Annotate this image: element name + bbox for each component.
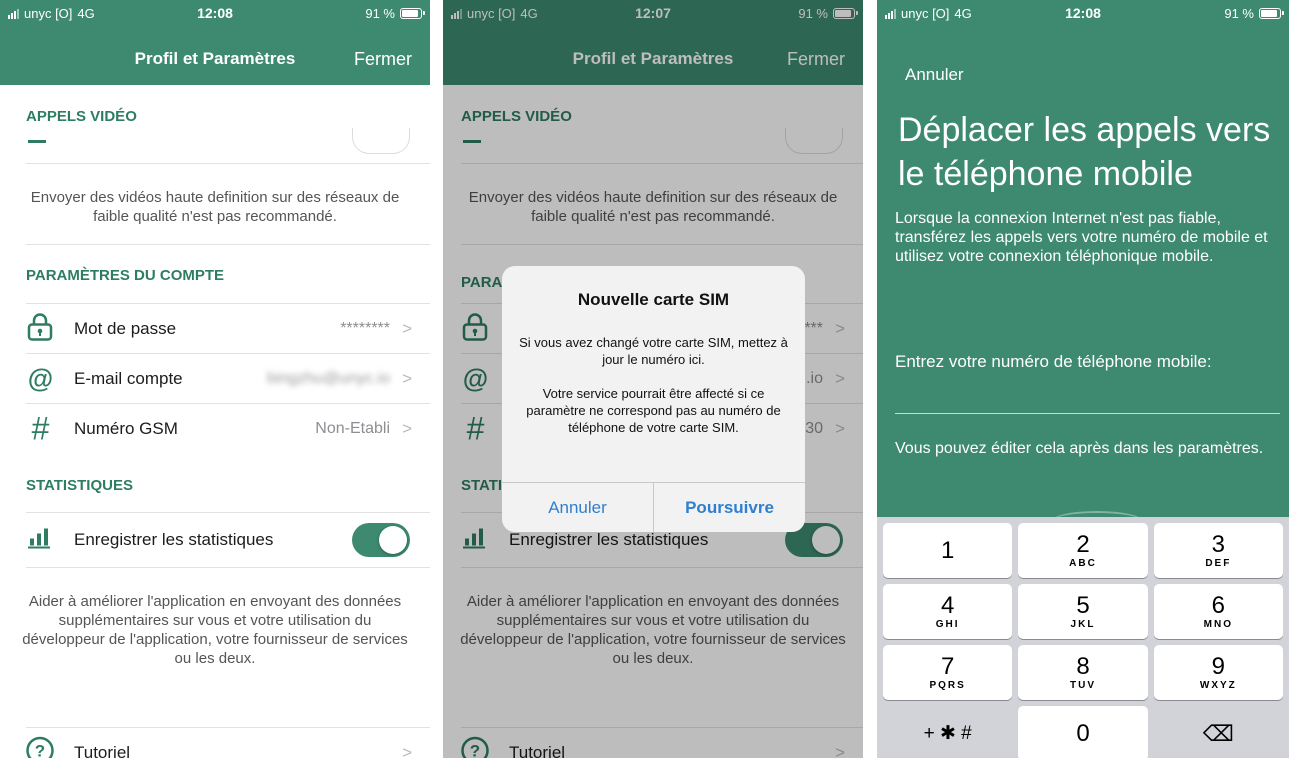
stats-toggle[interactable] [352, 523, 410, 557]
status-bar: unyc [O] 4G 12:08 91 % [877, 0, 1289, 40]
alert-message-1: Si vous avez changé votre carte SIM, met… [519, 335, 788, 367]
hd-video-toggle[interactable] [352, 128, 410, 154]
key-delete[interactable]: ⌫ [1154, 706, 1283, 758]
cancel-button[interactable]: Annuler [905, 65, 964, 85]
row-value: bingzhu@unyc.io [267, 370, 390, 387]
intro-text: Lorsque la connexion Internet n'est pas … [895, 210, 1268, 265]
chevron-right-icon: > [402, 369, 412, 388]
row-label: Mot de passe [74, 319, 177, 338]
close-button[interactable]: Fermer [354, 49, 412, 70]
battery-percent: 91 % [365, 6, 395, 21]
row-gsm[interactable]: # Numéro GSM Non-Etabli > [0, 404, 430, 454]
key-1[interactable]: 1 [883, 523, 1013, 578]
key-5[interactable]: 5 JKL [1018, 584, 1148, 639]
svg-text:?: ? [35, 742, 45, 758]
sim-alert-dialog: Nouvelle carte SIM Si vous avez changé v… [502, 266, 805, 532]
row-tutorial[interactable]: ? Tutoriel > [0, 728, 430, 758]
key-4[interactable]: 4 GHI [883, 584, 1013, 639]
alert-message: Si vous avez changé votre carte SIM, met… [518, 334, 789, 436]
modal-overlay-nav [443, 0, 863, 85]
key-symbols[interactable]: + ✱ # [883, 706, 1012, 758]
key-3[interactable]: 3 DEF [1153, 523, 1283, 578]
alert-message-2: Votre service pourrait être affecté si c… [526, 386, 781, 435]
row-password[interactable]: Mot de passe ******** > [0, 304, 430, 354]
at-icon: @ [27, 363, 53, 394]
key-7[interactable]: 7 PQRS [883, 645, 1013, 700]
section-header-stats: STATISTIQUES [26, 477, 133, 494]
numeric-keypad: 1 2 ABC 3 DEF 4 GHI 5 JKL 6 MNO 7 PQRS 8 TUV 9W… [877, 517, 1289, 758]
settings-screen: unyc [O] 4G 12:08 91 % Profil et Paramèt… [0, 0, 430, 758]
row-label: E-mail compte [74, 369, 183, 388]
row-email[interactable]: @ E-mail compte bingzhu@unyc.io > [0, 354, 430, 404]
key-8[interactable]: 8 TUV [1018, 645, 1148, 700]
row-label: Tutoriel [74, 743, 131, 758]
row-label: Enregistrer les statistiques [74, 530, 274, 549]
row-value: ******** [340, 320, 390, 337]
key-9[interactable]: 9 WXYZ [1153, 645, 1283, 700]
row-value: Non-Etabli [315, 420, 390, 437]
bar-chart-icon [22, 527, 58, 554]
backspace-icon: ⌫ [1202, 720, 1234, 746]
alert-continue-button[interactable]: Poursuivre [653, 483, 805, 532]
edit-later-note: Vous pouvez éditer cela après dans les p… [895, 440, 1264, 457]
alert-title: Nouvelle carte SIM [577, 290, 730, 309]
hash-icon: # [31, 410, 49, 447]
question-icon: ? [22, 736, 58, 758]
chevron-right-icon: > [402, 319, 412, 338]
stats-description: Aider à améliorer l'application en envoy… [22, 593, 408, 667]
video-description: Envoyer des vidéos haute definition sur … [30, 189, 400, 225]
chevron-right-icon: > [402, 419, 412, 438]
phone-input[interactable] [895, 382, 1280, 414]
row-label: Numéro GSM [74, 419, 178, 438]
key-6[interactable]: 6 MNO [1153, 584, 1283, 639]
alert-actions: Annuler Poursuivre [502, 482, 805, 532]
partial-row-icon [28, 140, 46, 143]
section-header-video: APPELS VIDÉO [26, 108, 137, 125]
key-2[interactable]: 2 ABC [1018, 523, 1148, 578]
move-calls-screen: unyc [O] 4G 12:08 91 % Annuler Déplacer … [877, 0, 1289, 758]
settings-alert-screen: unyc [O] 4G 12:07 91 % Profil et Paramèt… [443, 0, 863, 758]
phone-label: Entrez votre numéro de téléphone mobile: [895, 352, 1212, 371]
nav-bar: unyc [O] 4G 12:08 91 % Profil et Paramèt… [0, 0, 430, 85]
row-stats: Enregistrer les statistiques [0, 514, 430, 566]
battery-icon [1259, 8, 1284, 19]
battery-percent: 91 % [1224, 6, 1254, 21]
section-header-account: PARAMÈTRES DU COMPTE [26, 267, 225, 284]
page-title: Déplacer les appels vers le téléphone mo… [898, 111, 1271, 193]
chevron-right-icon: > [402, 743, 412, 758]
battery-icon [400, 8, 425, 19]
status-bar: unyc [O] 4G 12:08 91 % [0, 0, 430, 40]
lock-icon [22, 312, 58, 347]
alert-cancel-button[interactable]: Annuler [502, 483, 653, 532]
key-0[interactable]: 0 [1018, 706, 1148, 758]
